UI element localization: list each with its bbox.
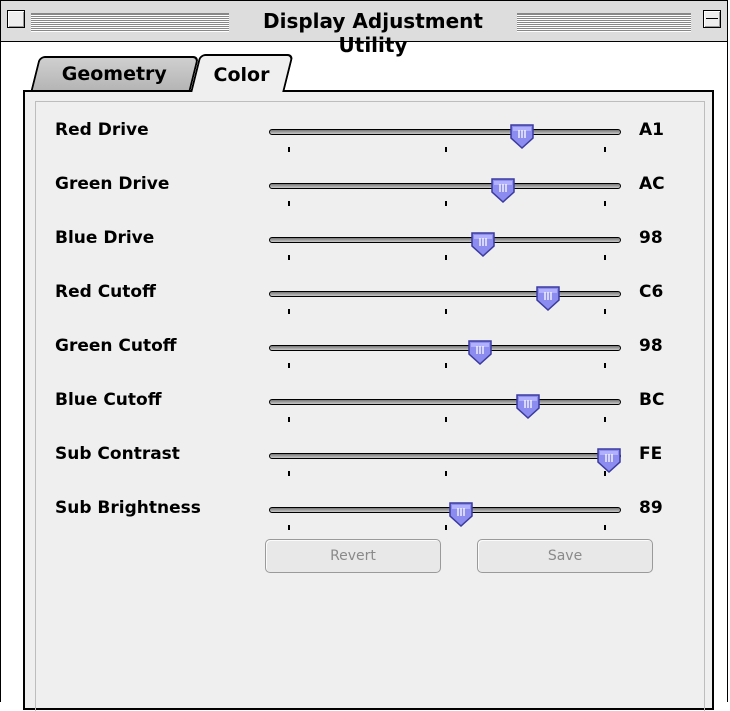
slider-tick: [604, 147, 606, 152]
tab-geometry[interactable]: Geometry: [30, 56, 200, 90]
window-title: Display Adjustment Utility: [229, 9, 517, 57]
slider-thumb[interactable]: [535, 285, 561, 312]
slider-track[interactable]: [269, 291, 621, 297]
slider-tick: [604, 363, 606, 368]
slider-tick: [604, 309, 606, 314]
slider-track[interactable]: [269, 129, 621, 135]
slider-tick: [445, 309, 447, 314]
slider-value: FE: [639, 444, 663, 464]
slider-value: AC: [639, 174, 665, 194]
slider-tick: [288, 417, 290, 422]
slider-tick: [604, 417, 606, 422]
slider-tick: [604, 255, 606, 260]
slider-label: Red Cutoff: [55, 282, 156, 302]
slider-row: Red Cutoff C6: [1, 282, 730, 336]
slider-row: Sub Contrast FE: [1, 444, 730, 498]
slider-label: Sub Brightness: [55, 498, 201, 518]
slider-value: 98: [639, 228, 663, 248]
slider-thumb[interactable]: [490, 177, 516, 204]
slider-thumb[interactable]: [470, 231, 496, 258]
slider-tick: [445, 525, 447, 530]
slider-track[interactable]: [269, 453, 621, 459]
slider-tick: [288, 201, 290, 206]
slider-tick: [445, 363, 447, 368]
slider-row: Green Drive AC: [1, 174, 730, 228]
slider-track[interactable]: [269, 345, 621, 351]
slider-label: Blue Drive: [55, 228, 155, 248]
slider-label: Red Drive: [55, 120, 149, 140]
revert-button[interactable]: Revert: [265, 539, 441, 573]
slider-tick: [445, 147, 447, 152]
slider-tick: [445, 417, 447, 422]
slider-value: 98: [639, 336, 663, 356]
slider-label: Green Cutoff: [55, 336, 177, 356]
slider-tick: [445, 255, 447, 260]
tab-color-label: Color: [213, 64, 270, 86]
slider-row: Red Drive A1: [1, 120, 730, 174]
slider-label: Blue Cutoff: [55, 390, 162, 410]
slider-track[interactable]: [269, 507, 621, 513]
slider-thumb[interactable]: [467, 339, 493, 366]
save-button[interactable]: Save: [477, 539, 653, 573]
slider-value: C6: [639, 282, 664, 302]
slider-tick: [288, 471, 290, 476]
slider-tick: [288, 363, 290, 368]
slider-label: Sub Contrast: [55, 444, 180, 464]
slider-track[interactable]: [269, 237, 621, 243]
slider-track[interactable]: [269, 399, 621, 405]
collapse-box[interactable]: [703, 10, 721, 28]
slider-tick: [288, 255, 290, 260]
slider-row: Blue Cutoff BC: [1, 390, 730, 444]
slider-value: BC: [639, 390, 665, 410]
slider-value: 89: [639, 498, 663, 518]
slider-tick: [288, 309, 290, 314]
close-box[interactable]: [7, 10, 25, 28]
tab-geometry-label: Geometry: [62, 63, 168, 85]
slider-tick: [445, 471, 447, 476]
slider-tick: [604, 201, 606, 206]
slider-tick: [445, 201, 447, 206]
tab-color[interactable]: Color: [190, 54, 294, 92]
slider-tick: [604, 525, 606, 530]
slider-row: Green Cutoff 98: [1, 336, 730, 390]
slider-thumb[interactable]: [448, 501, 474, 528]
slider-label: Green Drive: [55, 174, 170, 194]
slider-track[interactable]: [269, 183, 621, 189]
display-adjustment-window: Display Adjustment Utility Geometry Colo…: [0, 0, 730, 711]
slider-thumb[interactable]: [509, 123, 535, 150]
slider-row: Blue Drive 98: [1, 228, 730, 282]
slider-thumb[interactable]: [515, 393, 541, 420]
slider-tick: [288, 525, 290, 530]
slider-thumb[interactable]: [596, 447, 622, 474]
slider-tick: [288, 147, 290, 152]
title-bar[interactable]: Display Adjustment Utility: [1, 1, 727, 57]
slider-value: A1: [639, 120, 664, 140]
